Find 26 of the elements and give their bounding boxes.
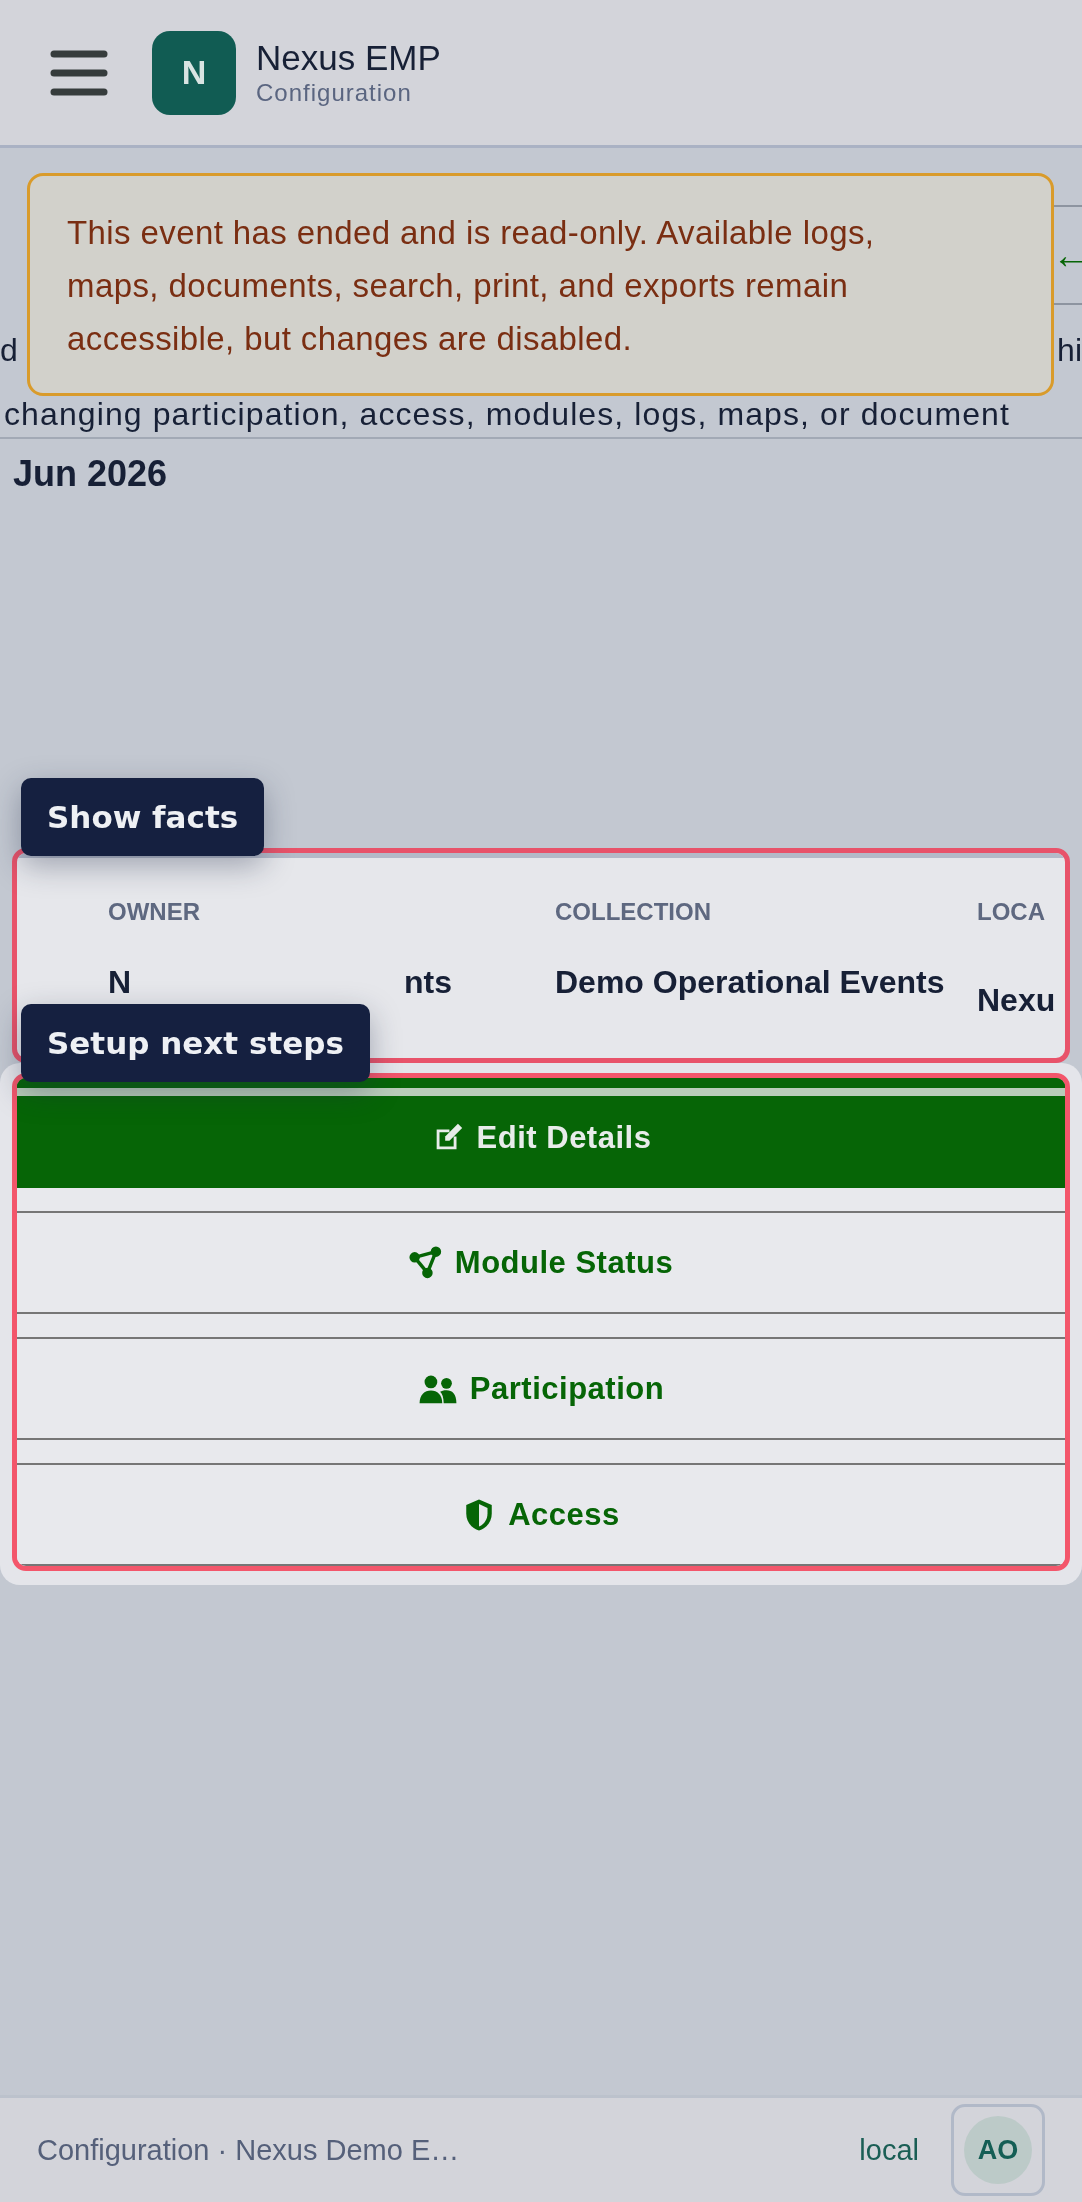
account-button[interactable]: AO — [951, 2104, 1045, 2196]
fact-value: Demo Operational Events — [555, 963, 946, 1002]
app-logo: N — [152, 30, 236, 115]
app-title: Nexus EMP — [256, 38, 441, 79]
fact-label: OWNER — [108, 898, 201, 927]
status-text: Configuration · Nexus Demo E… — [37, 2133, 461, 2167]
read-only-notice: This event has ended and is read-only. Available logs, maps, documents, search, print, and exports remain accessible, but changes are disabled. — [67, 213, 876, 359]
fact-label: COLLECTION — [555, 898, 712, 927]
app-subtitle: Configuration — [256, 78, 413, 107]
tour-tooltip: Setup next steps — [21, 1004, 370, 1082]
action-button[interactable]: Edit Details — [17, 1078, 1065, 1188]
action-button[interactable]: Participation — [17, 1337, 1065, 1440]
fact-label: LOCA — [977, 898, 1046, 927]
environment-label: local — [859, 2133, 919, 2167]
menu-button[interactable] — [50, 48, 108, 97]
covered-text: d — [0, 331, 18, 369]
tour-tooltip: Show facts — [21, 778, 265, 856]
menu-icon — [50, 48, 108, 97]
fact-value: Nexu — [977, 981, 1057, 1020]
fact-value: N — [108, 963, 132, 1002]
nodes-icon — [408, 1245, 443, 1280]
fact-value: nts — [404, 963, 452, 1002]
event-date: Jun 2026 — [13, 453, 169, 495]
action-button[interactable]: Module Status — [17, 1211, 1065, 1314]
action-button[interactable]: Access — [17, 1463, 1065, 1566]
covered-text: hi — [1057, 331, 1082, 369]
